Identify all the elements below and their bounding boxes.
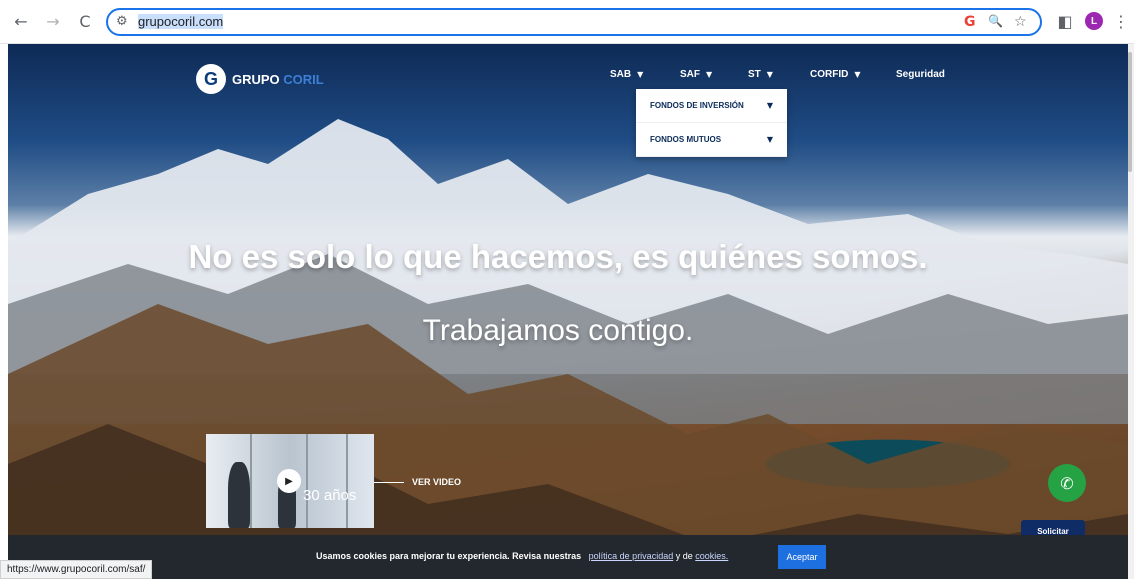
grupo-coril-logo[interactable]: G GRUPO CORIL xyxy=(196,64,324,94)
cookies-link[interactable]: cookies. xyxy=(695,551,728,561)
status-bar-url: https://www.grupocoril.com/saf/ xyxy=(0,560,153,579)
nav-item-saf[interactable]: SAF ▼ xyxy=(680,69,712,80)
scroll-thumb[interactable] xyxy=(1128,52,1132,172)
cookie-message: Usamos cookies para mejorar tu experienc… xyxy=(316,551,729,561)
dropdown-item-fondos-inversion[interactable]: FONDOS DE INVERSIÓN ▼ xyxy=(636,89,787,123)
chevron-down-icon: ▼ xyxy=(854,70,861,79)
divider xyxy=(374,482,404,483)
browser-toolbar: ← → C ⚙ grupocoril.com G 🔍 ☆ ◧ L ⋮ xyxy=(0,0,1134,44)
chevron-down-icon: ▼ xyxy=(637,70,644,79)
bookmark-star-icon[interactable]: ☆ xyxy=(1014,14,1027,30)
video-caption: 30 años xyxy=(303,487,357,504)
logo-mark-icon: G xyxy=(196,64,226,94)
ver-video-link[interactable]: VER VIDEO xyxy=(412,477,461,487)
accept-cookies-button[interactable]: Aceptar xyxy=(778,545,826,569)
video-thumbnail[interactable]: ▶ 30 años xyxy=(206,434,374,528)
forward-icon[interactable]: → xyxy=(42,10,64,32)
privacy-policy-link[interactable]: política de privacidad xyxy=(589,551,674,561)
website-page: G GRUPO CORIL SAB ▼ SAF ▼ ST ▼ CORFID ▼ Segu… xyxy=(8,44,1128,579)
hero-headline: No es solo lo que hacemos, es quiénes so… xyxy=(188,238,928,275)
chevron-down-icon: ▼ xyxy=(766,70,773,79)
nav-item-st[interactable]: ST ▼ xyxy=(748,69,773,80)
person-silhouette xyxy=(228,462,250,528)
whatsapp-icon[interactable]: ✆ xyxy=(1048,464,1086,502)
scrollbar[interactable] xyxy=(1128,44,1134,579)
profile-avatar[interactable]: L xyxy=(1085,12,1103,30)
cookie-banner: Usamos cookies para mejorar tu experienc… xyxy=(8,535,1128,579)
site-info-icon[interactable]: ⚙ xyxy=(116,14,128,29)
reload-icon[interactable]: C xyxy=(74,10,96,32)
nav-item-seguridad[interactable]: Seguridad xyxy=(896,69,945,80)
hero-subheadline: Trabajamos contigo. xyxy=(422,314,694,347)
logo-text: GRUPO CORIL xyxy=(232,71,324,87)
url-text[interactable]: grupocoril.com xyxy=(138,14,224,29)
chevron-down-icon: ▼ xyxy=(766,135,773,144)
chevron-down-icon: ▼ xyxy=(706,70,713,79)
zoom-icon[interactable]: 🔍 xyxy=(988,14,1003,28)
nav-item-corfid[interactable]: CORFID ▼ xyxy=(810,69,861,80)
google-icon[interactable]: G xyxy=(964,14,976,30)
back-icon[interactable]: ← xyxy=(10,10,32,32)
nav-item-sab[interactable]: SAB ▼ xyxy=(610,69,643,80)
saf-dropdown-menu: FONDOS DE INVERSIÓN ▼ FONDOS MUTUOS ▼ xyxy=(636,89,787,157)
browser-menu-icon[interactable]: ⋮ xyxy=(1110,10,1132,32)
chevron-down-icon: ▼ xyxy=(766,101,773,110)
address-bar[interactable]: ⚙ grupocoril.com G 🔍 ☆ xyxy=(106,8,1042,36)
mountain-background xyxy=(8,119,1128,579)
dropdown-item-fondos-mutuos[interactable]: FONDOS MUTUOS ▼ xyxy=(636,123,787,157)
side-panel-icon[interactable]: ◧ xyxy=(1054,10,1076,32)
play-icon[interactable]: ▶ xyxy=(277,469,301,493)
